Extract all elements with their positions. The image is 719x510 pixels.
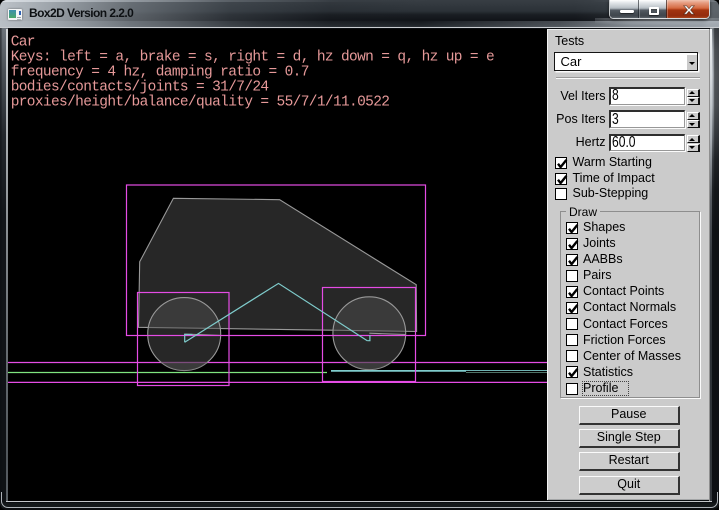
svg-text:bodies/contacts/joints = 31/7/: bodies/contacts/joints = 31/7/24 bbox=[11, 80, 269, 96]
svg-text:proxies/height/balance/quality: proxies/height/balance/quality = 55/7/1/… bbox=[11, 95, 390, 111]
svg-text:Car: Car bbox=[11, 35, 35, 51]
svg-text:frequency = 4 hz, damping rati: frequency = 4 hz, damping ratio = 0.7 bbox=[11, 65, 309, 81]
svg-text:Keys: left = a, brake = s, rig: Keys: left = a, brake = s, right = d, hz… bbox=[11, 50, 494, 66]
